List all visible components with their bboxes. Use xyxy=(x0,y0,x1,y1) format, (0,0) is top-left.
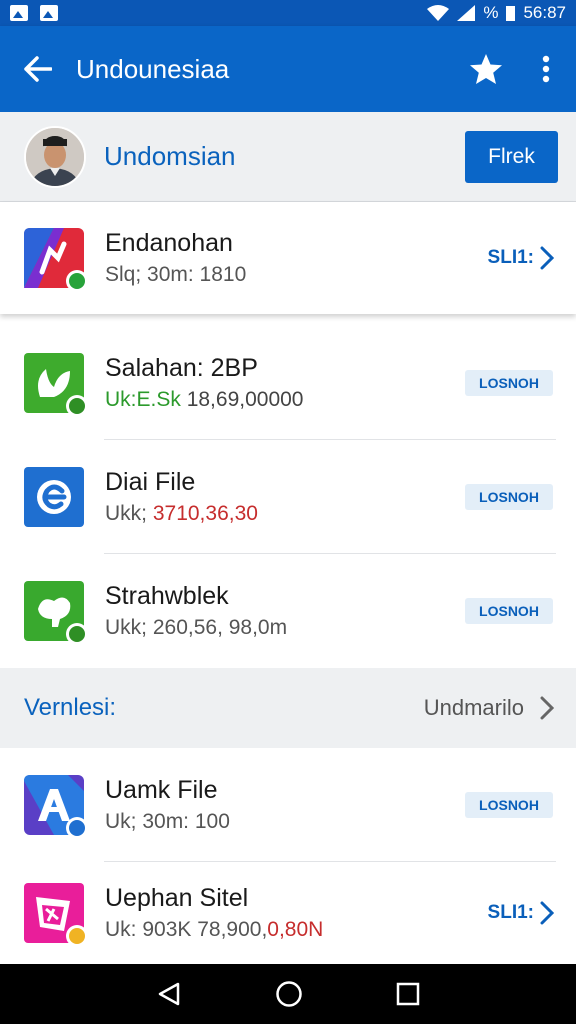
image-notification-icon xyxy=(40,5,58,21)
app-badge-icon xyxy=(66,270,88,292)
profile-row: Undomsian Flrek xyxy=(0,112,576,202)
app-icon-strahwblek xyxy=(24,581,88,645)
circle-e-icon xyxy=(37,480,71,514)
section-header[interactable]: Vernlesi: Undmarilo xyxy=(0,668,576,748)
list-item-title: Uephan Sitel xyxy=(105,884,249,912)
list-item[interactable]: Strahwblek Ukk; 260,56, 98,0m LOSNOH xyxy=(0,554,576,668)
app-badge-icon xyxy=(66,623,88,645)
featured-card[interactable]: Endanohan Slq; 30m: 1810 SLI1: xyxy=(0,202,576,314)
list-item-sub-value: 0,80N xyxy=(267,918,324,941)
list-item-sub-prefix: Ukk; xyxy=(105,502,147,525)
list-item-action-button[interactable]: LOSNOH xyxy=(465,370,553,396)
star-icon xyxy=(470,54,502,84)
list-item-title: Strahwblek xyxy=(105,582,229,610)
list-item-action-label: SLI1: xyxy=(487,902,534,923)
list-item-sub-value: 3710,36,30 xyxy=(152,502,258,525)
list-item-title: Diai File xyxy=(105,468,196,496)
featured-subtitle: Slq; 30m: 1810 xyxy=(105,263,247,286)
list-item-subtitle: Uk; 30m: 100 xyxy=(105,810,230,833)
person-avatar-image xyxy=(26,127,84,186)
list-item-action-button[interactable]: LOSNOH xyxy=(465,598,553,624)
list-item-action-button[interactable]: SLI1: xyxy=(488,901,554,925)
back-arrow-icon xyxy=(24,56,52,82)
section-action-label: Undmarilo xyxy=(423,695,524,720)
list-item-sub-prefix: Uk:E.Sk xyxy=(105,388,181,411)
list-item-subtitle: Uk:E.Sk 18,69,00000 xyxy=(105,385,465,415)
list-item[interactable]: Salahan: 2BP Uk:E.Sk 18,69,00000 LOSNOH xyxy=(0,326,576,440)
recents-square-icon[interactable] xyxy=(396,982,420,1006)
signal-icon xyxy=(457,5,476,21)
more-vert-icon xyxy=(542,55,550,83)
list-item-action-button[interactable]: LOSNOH xyxy=(465,484,553,510)
wifi-icon xyxy=(427,5,450,21)
featured-title: Endanohan xyxy=(105,229,233,257)
list-item-title: Salahan: 2BP xyxy=(105,354,258,382)
status-bar: % 56:87 xyxy=(0,0,576,26)
home-circle-icon[interactable] xyxy=(275,980,303,1008)
list-item-subtitle: Ukk; 3710,36,30 xyxy=(105,499,465,529)
chevron-right-icon xyxy=(540,696,554,720)
chevron-right-icon xyxy=(540,901,554,925)
chevron-right-icon xyxy=(540,246,554,270)
system-nav-bar xyxy=(0,964,576,1024)
profile-name: Undomsian xyxy=(104,141,236,171)
app-badge-icon xyxy=(66,395,88,417)
list-item-action-button[interactable]: LOSNOH xyxy=(465,792,553,818)
list-item-title: Uamk File xyxy=(105,776,218,804)
profile-action-button[interactable]: Flrek xyxy=(465,130,558,183)
avatar[interactable] xyxy=(24,125,86,188)
back-triangle-icon[interactable] xyxy=(156,981,182,1007)
overflow-menu-button[interactable] xyxy=(516,26,576,112)
app-icon-uamk-file xyxy=(24,775,88,839)
favorite-button[interactable] xyxy=(456,26,516,112)
battery-percent: % xyxy=(483,3,499,22)
back-button[interactable] xyxy=(0,26,76,112)
app-badge-icon xyxy=(66,817,88,839)
battery-icon xyxy=(506,6,516,21)
list-item[interactable]: Uephan Sitel Uk: 903K 78,900,0,80N SLI1: xyxy=(0,862,576,964)
list-item[interactable]: Diai File Ukk; 3710,36,30 LOSNOH xyxy=(0,440,576,554)
list-item-sub-prefix: Uk: 903K 78,900, xyxy=(105,918,268,941)
section-label: Vernlesi: xyxy=(24,694,117,721)
app-title: Undounesiaa xyxy=(76,53,230,84)
status-time: 56:87 xyxy=(523,3,566,22)
list-item-sub-value: 260,56, 98,0m xyxy=(152,616,288,639)
gallery-notification-icon xyxy=(10,5,28,21)
app-list-secondary: Uamk File Uk; 30m: 100 LOSNOH Uephan Sit… xyxy=(0,748,576,964)
featured-action-button[interactable]: SLI1: xyxy=(488,246,554,270)
app-icon-diai-file xyxy=(24,467,84,527)
list-item-sub-prefix: Ukk; xyxy=(105,616,147,639)
list-item-sub-value: 18,69,00000 xyxy=(186,388,304,411)
app-bar: Undounesiaa xyxy=(0,26,576,112)
app-icon-uephan-sitel xyxy=(24,883,88,947)
app-badge-icon xyxy=(66,925,88,947)
app-list: Salahan: 2BP Uk:E.Sk 18,69,00000 LOSNOH … xyxy=(0,326,576,668)
app-icon-endanohan xyxy=(24,228,88,292)
app-icon-salahan xyxy=(24,353,88,417)
featured-action-label: SLI1: xyxy=(487,247,534,268)
list-item[interactable]: Uamk File Uk; 30m: 100 LOSNOH xyxy=(0,748,576,862)
list-item-subtitle: Uk: 903K 78,900,0,80N xyxy=(105,915,488,945)
list-item-subtitle: Ukk; 260,56, 98,0m xyxy=(105,613,465,643)
